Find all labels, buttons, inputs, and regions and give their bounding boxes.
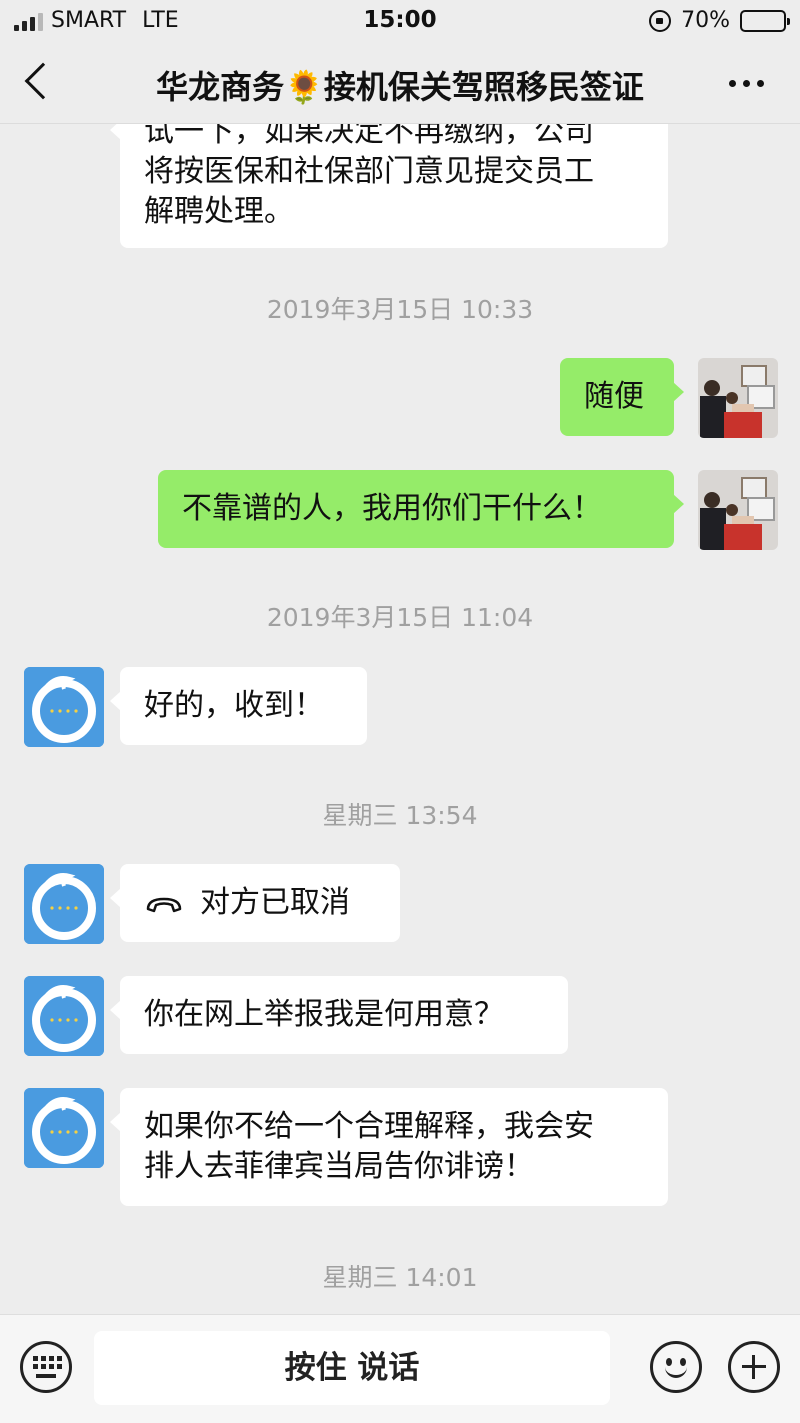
dragon-logo-icon: [24, 976, 104, 1056]
message-text-line: 将按医保和社保部门意见提交员工: [144, 154, 594, 189]
call-status-text: 对方已取消: [200, 885, 350, 920]
phone-hangup-icon: [146, 897, 182, 912]
my-avatar[interactable]: [698, 358, 778, 438]
message-timestamp: 星期三 13:54: [322, 801, 478, 830]
message-text: 不靠谱的人，我用你们干什么！: [182, 491, 602, 526]
message-text: 好的，收到！: [144, 688, 324, 723]
photo-avatar-image: [698, 470, 778, 550]
message-timestamp: 2019年3月15日 10:33: [266, 295, 534, 324]
status-right: 70%: [649, 8, 790, 33]
message-text: 你在网上举报我是何用意？: [144, 997, 504, 1032]
message-bubble[interactable]: 不靠谱的人，我用你们干什么！: [158, 470, 684, 548]
message-text-line: 如果你不给一个合理解释，我会安: [144, 1109, 594, 1144]
message-bubble[interactable]: 好的，收到！: [110, 667, 367, 745]
photo-avatar-image: [698, 358, 778, 438]
contact-avatar[interactable]: [24, 1088, 104, 1168]
dragon-logo-icon: [24, 667, 104, 747]
hold-to-talk-button[interactable]: 按住 说话: [94, 1331, 610, 1405]
message-timestamp: 2019年3月15日 11:04: [266, 603, 534, 632]
emoji-icon[interactable]: [650, 1341, 702, 1393]
message-text-line: 排人去菲律宾当局告你诽谤！: [144, 1149, 534, 1184]
contact-avatar[interactable]: [24, 667, 104, 747]
battery-icon: [740, 9, 790, 32]
status-bar: SMART LTE 15:00 70%: [0, 0, 800, 42]
dragon-logo-icon: [24, 864, 104, 944]
contact-avatar[interactable]: [24, 976, 104, 1056]
message-bubble[interactable]: 如果你不给一个合理解释，我会安 排人去菲律宾当局告你诽谤！: [110, 1088, 668, 1206]
call-record-bubble[interactable]: 对方已取消: [110, 864, 400, 942]
my-avatar[interactable]: [698, 470, 778, 550]
dragon-logo-icon: [24, 1088, 104, 1168]
battery-percent: 70%: [681, 8, 730, 33]
back-icon[interactable]: [24, 62, 62, 100]
message-list[interactable]: 试一下，如果决定不再缴纳，公司 将按医保和社保部门意见提交员工 解聘处理。 20…: [0, 124, 800, 1314]
message-bubble[interactable]: 你在网上举报我是何用意？: [110, 976, 568, 1054]
chat-header: 华龙商务🌻接机保关驾照移民签证: [0, 42, 800, 124]
contact-avatar[interactable]: [24, 864, 104, 944]
message-bubble[interactable]: 试一下，如果决定不再缴纳，公司 将按医保和社保部门意见提交员工 解聘处理。: [110, 124, 668, 248]
more-options-icon[interactable]: [729, 80, 764, 87]
orientation-lock-icon: [649, 9, 672, 32]
message-text: 随便: [584, 379, 644, 414]
message-text-line: 解聘处理。: [144, 194, 294, 229]
message-bubble[interactable]: 随便: [560, 358, 684, 436]
message-text-line: 试一下，如果决定不再缴纳，公司: [144, 124, 594, 149]
message-timestamp: 星期三 14:01: [322, 1263, 478, 1292]
input-bar: 按住 说话: [0, 1314, 800, 1423]
keyboard-icon[interactable]: [20, 1341, 72, 1393]
plus-icon[interactable]: [728, 1341, 780, 1393]
chat-title: 华龙商务🌻接机保关驾照移民签证: [156, 68, 644, 106]
